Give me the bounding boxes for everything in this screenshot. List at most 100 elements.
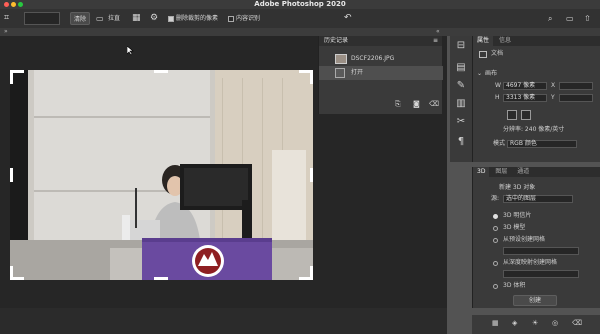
content-aware-label: 内容识别 (236, 15, 261, 22)
crop-handle-bottom-right[interactable] (299, 266, 313, 280)
crop-handle-top[interactable] (154, 70, 168, 73)
panel-menu-icon[interactable]: ≡ (433, 36, 438, 46)
w-label: W (495, 82, 501, 89)
app-title: Adobe Photoshop 2020 (254, 0, 346, 8)
straighten-label[interactable]: 拉直 (108, 12, 120, 25)
search-icon[interactable]: ⌕ (548, 12, 552, 25)
document-icon (479, 51, 487, 58)
undo-icon[interactable]: ↶ (344, 12, 352, 25)
3d-tabs: 3D 图层 通道 (473, 167, 600, 177)
panel-tool-strip: ⊟ ▤ ✎ ▥ ✂ ¶ (450, 36, 472, 162)
text-icon[interactable]: ¶ (455, 136, 467, 148)
clear-button[interactable]: 清除 (70, 12, 91, 25)
trash-icon[interactable]: ⌫ (572, 319, 582, 327)
history-snapshot[interactable]: DSCF2206.JPG (319, 52, 443, 66)
crop-handle-bottom-left[interactable] (10, 266, 24, 280)
source-select[interactable]: 选中的图层 (503, 195, 573, 203)
option-3d-model: 3D 模型 (503, 224, 526, 231)
snapshot-thumbnail (335, 54, 347, 64)
radio-preset-mesh[interactable] (493, 238, 498, 243)
radio-3d-volume[interactable] (493, 284, 498, 289)
mesh-icon[interactable]: ◈ (512, 319, 517, 327)
adjustments-icon[interactable]: ▤ (455, 62, 467, 74)
radio-3d-postcard[interactable] (493, 214, 498, 219)
history-step-label: 打开 (351, 69, 364, 76)
delete-cropped-label: 删除裁剪的像素 (176, 15, 219, 22)
history-tab-label: 历史记录 (324, 37, 349, 44)
crop-handle-right[interactable] (310, 168, 313, 182)
crop-handle-top-right[interactable] (299, 70, 313, 84)
panel-collapse-icon[interactable]: » (4, 28, 8, 36)
workspace-icon[interactable]: ▭ (566, 12, 574, 25)
x-label: X (551, 82, 556, 89)
ratio-input[interactable] (24, 12, 60, 25)
y-label: Y (551, 94, 555, 101)
crop-handle-left[interactable] (10, 168, 13, 182)
option-3d-volume: 3D 体积 (503, 282, 526, 289)
properties-panel: 属性 信息 文档 ⌄ 画布 W 4697 像素 X H 3313 像素 Y 分辨… (472, 36, 600, 162)
history-tab[interactable]: 历史记录 ≡ (319, 36, 442, 46)
radio-depth-map-mesh[interactable] (493, 261, 498, 266)
content-aware-checkbox[interactable]: 内容识别 (228, 12, 260, 25)
tab-properties[interactable]: 属性 (473, 36, 494, 46)
overlay-grid-icon[interactable]: ▦ (132, 12, 141, 25)
status-bar (0, 308, 447, 334)
doc-label: 文档 (491, 50, 504, 57)
tab-layers[interactable]: 图层 (491, 167, 511, 177)
option-preset-mesh: 从预设创建网格 (503, 236, 546, 243)
x-field[interactable] (559, 82, 593, 90)
new-3d-object-title: 新建 3D 对象 (499, 184, 536, 191)
crop-handle-top-left[interactable] (10, 70, 24, 84)
depth-map-select[interactable] (503, 270, 579, 278)
scene-icon[interactable]: ▦ (492, 319, 499, 327)
orientation-portrait-icon[interactable] (507, 110, 517, 120)
canvas-section-title: 画布 (485, 70, 498, 77)
mode-select[interactable]: RGB 颜色 (507, 140, 577, 148)
properties-tabs: 属性 信息 (473, 36, 600, 46)
checkbox-unchecked-icon[interactable] (228, 15, 234, 22)
title-bar: Adobe Photoshop 2020 (0, 0, 600, 9)
tab-channels[interactable]: 通道 (513, 167, 533, 177)
chevron-down-icon[interactable]: ⌄ (477, 70, 482, 78)
panel-expand-icon[interactable]: « (436, 28, 440, 36)
share-icon[interactable]: ⇧ (584, 12, 591, 25)
option-depth-map-mesh: 从深度映射创建网格 (503, 259, 558, 266)
delete-cropped-checkbox[interactable]: 删除裁剪的像素 (168, 12, 218, 25)
new-document-icon[interactable]: ⎘ (395, 100, 401, 109)
history-panel-icon[interactable]: ⊟ (455, 40, 467, 52)
create-button[interactable]: 创建 (513, 295, 557, 306)
height-field[interactable]: 3313 像素 (503, 94, 547, 102)
document-icon (335, 68, 345, 78)
tab-3d[interactable]: 3D (473, 167, 490, 177)
option-3d-postcard: 3D 明信片 (503, 212, 532, 219)
tab-info[interactable]: 信息 (495, 36, 515, 46)
straighten-icon[interactable]: ▭ (96, 12, 104, 25)
mouse-cursor-icon (127, 46, 134, 56)
source-label: 源: (491, 195, 500, 202)
render-icon[interactable]: ◎ (552, 319, 558, 327)
brush-settings-icon[interactable]: ✎ (455, 80, 467, 92)
gear-icon[interactable]: ⚙ (150, 12, 158, 25)
tools-icon[interactable]: ✂ (455, 116, 467, 128)
3d-panel-footer: ▦ ◈ ☀ ◎ ⌫ (472, 315, 600, 334)
preset-mesh-select[interactable] (503, 247, 579, 255)
resolution-text: 分辨率: 240 像素/英寸 (503, 126, 565, 133)
h-label: H (495, 94, 500, 101)
history-step-open[interactable]: 打开 (319, 66, 443, 80)
checkbox-checked-icon[interactable] (168, 15, 174, 22)
y-field[interactable] (559, 94, 593, 102)
swatches-icon[interactable]: ▥ (455, 98, 467, 110)
orientation-landscape-icon[interactable] (521, 110, 531, 120)
crop-handle-bottom[interactable] (154, 277, 168, 280)
snapshot-camera-icon[interactable]: ◙ (413, 100, 420, 108)
history-panel: 历史记录 ≡ DSCF2206.JPG 打开 ⎘ ◙ ⌫ (318, 36, 443, 114)
3d-panel: 3D 图层 通道 新建 3D 对象 源: 选中的图层 3D 明信片 3D 模型 … (472, 167, 600, 308)
options-bar: ⌗ 清除 ▭ 拉直 ▦ ⚙ 删除裁剪的像素 内容识别 ↶ ⌕ ▭ ⇧ (0, 9, 600, 28)
document-image[interactable] (10, 70, 313, 280)
radio-3d-model[interactable] (493, 226, 498, 231)
width-field[interactable]: 4697 像素 (503, 82, 547, 90)
trash-icon[interactable]: ⌫ (429, 100, 439, 108)
doc-tab-strip: » « (0, 28, 600, 36)
light-icon[interactable]: ☀ (532, 319, 538, 327)
crop-tool-icon[interactable]: ⌗ (4, 12, 9, 25)
